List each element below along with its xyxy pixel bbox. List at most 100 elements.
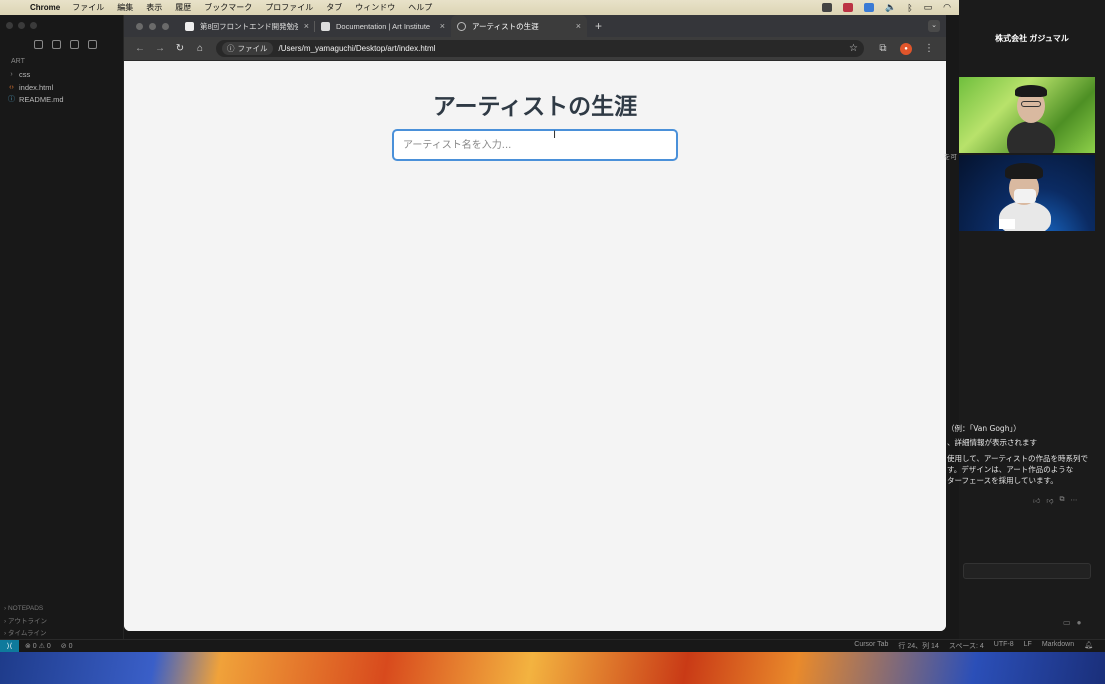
url-text[interactable]: /Users/m_yamaguchi/Desktop/art/index.htm… [279,44,436,53]
problems-count[interactable]: ⊗ 0 ⚠ 0 [25,642,51,650]
maximize-dot-icon[interactable] [162,22,169,30]
more-menu-icon[interactable]: ⋮ [918,43,940,54]
menu-profile[interactable]: プロファイル [265,2,313,13]
menubar-app-name[interactable]: Chrome [30,3,60,12]
section-notepads[interactable]: › NOTEPADS [4,603,47,616]
language-mode[interactable]: Markdown [1042,641,1074,651]
menubar-status-icons: 🔈 ᛒ ▭ ◠ [822,2,951,13]
line-app-icon[interactable] [822,3,832,12]
text-cursor-icon: I [553,129,557,141]
extensions-icon[interactable]: ⧉ [872,43,894,54]
chat-input[interactable] [963,563,1091,579]
encoding[interactable]: UTF-8 [994,641,1014,651]
tree-item-readme[interactable]: ⓘ README.md [8,94,64,107]
copy-icon[interactable]: ⧉ [1059,496,1064,505]
bell-icon[interactable]: 🔔︎ [1084,641,1093,651]
close-icon[interactable]: × [576,21,581,31]
search-icon[interactable] [52,40,61,49]
more-icon[interactable]: ⋯ [1070,496,1077,505]
participant-body [1007,121,1055,153]
chat-actions: 👍︎ 👎︎ ⧉ ⋯ [1033,496,1077,505]
tree-item-label: README.md [19,95,64,104]
close-icon[interactable]: × [304,21,309,31]
menu-bookmarks[interactable]: ブックマーク [204,2,252,13]
menu-tab[interactable]: タブ [326,2,342,13]
sidebar-bottom-sections: › NOTEPADS › アウトライン › タイムライン [4,603,47,641]
html-file-icon: ‹› [9,83,14,91]
section-label: タイムライン [7,630,47,637]
thumbs-up-icon[interactable]: 👍︎ [1033,496,1040,505]
menu-edit[interactable]: 編集 [117,2,133,13]
section-label: アウトライン [7,617,47,625]
volume-icon[interactable]: 🔈 [885,2,896,13]
forward-icon[interactable]: → [150,43,170,54]
tab-strip: 第8回フロントエンド開発勉強会 × Documentation | Art In… [124,15,946,37]
cursor-tab-status[interactable]: Cursor Tab [854,641,888,651]
close-icon[interactable]: × [440,21,445,31]
send-icon[interactable]: ● [1077,618,1082,627]
maximize-dot-icon[interactable] [30,22,37,29]
tab-title: アーティストの生涯 [472,21,539,31]
tree-item-label: index.html [19,82,54,92]
tab-search-icon[interactable]: ⌄ [928,20,940,32]
company-name: 株式会社 ガジュマル [995,34,1069,43]
page-title: アーティストの生涯 [432,94,638,120]
menu-window[interactable]: ウィンドウ [355,2,395,13]
files-icon[interactable] [34,40,43,49]
menu-file[interactable]: ファイル [72,2,104,13]
editor-window-controls [6,22,37,29]
chat-line: す。デザインは、アート作品のような [947,465,1074,474]
tab-artist-life[interactable]: アーティストの生涯 × [451,15,587,37]
battery-icon[interactable]: ▭ [924,2,933,13]
tab-study-session[interactable]: 第8回フロントエンド開発勉強会 × [179,15,315,37]
profile-avatar-icon[interactable]: ● [900,42,912,55]
close-dot-icon[interactable] [136,22,143,30]
meeting-panel: 株式会社 ガジュマル を可 （例：「Van Gogh」） 、詳細情報が表示されま… [944,0,1105,639]
tab-documentation[interactable]: Documentation | Art Institute × [315,15,451,37]
sidebar-toolbar [34,40,97,49]
notion-icon [185,21,194,31]
input-method-icon[interactable] [864,3,874,12]
participant-video-2[interactable] [959,155,1095,231]
site-info-chip[interactable]: ⓘ ファイル [222,42,273,55]
macos-menubar: Chrome ファイル 編集 表示 履歴 ブックマーク プロファイル タブ ウィ… [0,0,959,15]
extensions-icon[interactable] [88,40,97,49]
file-tree: › css ‹› index.html ⓘ README.md [8,69,64,107]
reload-icon[interactable]: ↻ [170,43,190,54]
participant-video-1[interactable] [959,77,1095,153]
bookmark-star-icon[interactable]: ☆ [849,43,858,54]
chat-line: （例：「Van Gogh」） [947,424,1021,433]
tree-item-css[interactable]: › css [8,69,64,82]
tab-title: 第8回フロントエンド開発勉強会 [200,21,298,31]
artist-search-input[interactable] [392,129,678,161]
menu-history[interactable]: 履歴 [175,2,191,13]
bluetooth-icon[interactable]: ᛒ [907,3,912,13]
line-ending[interactable]: LF [1024,641,1032,651]
document-icon [321,21,330,31]
home-icon[interactable]: ⌂ [190,43,210,54]
wifi-icon[interactable]: ◠ [943,2,951,13]
image-icon[interactable]: ▭ [1063,618,1071,627]
section-outline[interactable]: › アウトライン [4,616,47,629]
remote-indicator-icon[interactable]: ⟩⟨ [0,639,19,653]
participant-hair [1015,85,1047,97]
info-icon: ⓘ [227,44,235,53]
new-tab-icon[interactable]: + [595,19,602,33]
ports-count[interactable]: ⊘ 0 [61,642,73,650]
menu-help[interactable]: ヘルプ [408,2,432,13]
editor-statusbar: ⟩⟨ ⊗ 0 ⚠ 0 ⊘ 0 Cursor Tab 行 24、列 14 スペース… [0,639,1105,653]
source-control-icon[interactable] [70,40,79,49]
name-label-box [999,219,1015,229]
menu-view[interactable]: 表示 [146,2,162,13]
tree-item-index-html[interactable]: ‹› index.html [8,82,64,95]
indentation[interactable]: スペース: 4 [949,641,984,651]
minimize-dot-icon[interactable] [149,22,156,30]
back-icon[interactable]: ← [130,43,150,54]
address-bar[interactable]: ⓘ ファイル /Users/m_yamaguchi/Desktop/art/in… [216,40,864,57]
glasses-icon [1021,101,1041,107]
creative-cloud-icon[interactable] [843,3,853,12]
thumbs-down-icon[interactable]: 👎︎ [1046,496,1053,505]
close-dot-icon[interactable] [6,22,13,29]
cursor-position[interactable]: 行 24、列 14 [898,641,938,651]
minimize-dot-icon[interactable] [18,22,25,29]
